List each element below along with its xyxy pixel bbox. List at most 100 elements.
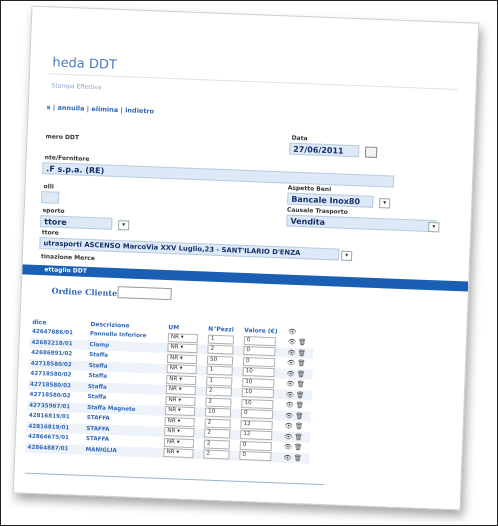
- pezzi-input[interactable]: 1: [206, 376, 233, 387]
- valore-input[interactable]: 0: [243, 346, 276, 357]
- valore-input[interactable]: 0: [239, 451, 272, 462]
- eye-icon[interactable]: 👁: [286, 380, 295, 388]
- cell-pezzi: 2: [201, 448, 238, 461]
- pezzi-input[interactable]: 2: [203, 439, 230, 450]
- chevron-down-icon: ▾: [179, 355, 183, 362]
- trash-icon[interactable]: 🗑: [295, 401, 304, 409]
- trash-icon[interactable]: 🗑: [294, 433, 303, 441]
- um-value: NR: [167, 417, 176, 425]
- um-value: NR: [166, 438, 176, 446]
- chevron-down-icon: ▾: [179, 365, 183, 372]
- trash-icon[interactable]: 🗑: [295, 422, 304, 430]
- um-select[interactable]: NR ▾: [166, 353, 198, 364]
- um-select[interactable]: NR ▾: [164, 427, 195, 438]
- eye-icon[interactable]: 👁: [283, 453, 292, 461]
- table-bottom-divider: [24, 472, 325, 486]
- ordine-cliente-label: Ordine Cliente:: [51, 285, 121, 299]
- trash-icon[interactable]: 🗑: [295, 412, 304, 420]
- um-select[interactable]: NR ▾: [165, 385, 197, 396]
- trasporto-label: sporto: [42, 207, 65, 215]
- um-select[interactable]: NR ▾: [164, 406, 196, 417]
- um-value: NR: [170, 344, 179, 351]
- pezzi-input[interactable]: 2: [207, 344, 234, 355]
- um-value: NR: [167, 407, 177, 414]
- action-links[interactable]: s | annulla | elimina | indietro: [46, 103, 154, 115]
- data-field[interactable]: 27/06/2011: [289, 142, 360, 158]
- trash-icon[interactable]: 🗑: [296, 380, 305, 388]
- eye-icon[interactable]: 👁: [287, 348, 296, 356]
- trash-icon[interactable]: 🗑: [297, 359, 306, 367]
- cell-descrizione: MANIGLIA: [83, 444, 162, 458]
- trash-icon[interactable]: 🗑: [293, 454, 302, 462]
- pezzi-input[interactable]: 2: [203, 449, 230, 460]
- um-select[interactable]: NR ▾: [163, 448, 194, 459]
- data-label: Data: [291, 134, 308, 143]
- trash-icon[interactable]: 🗑: [296, 391, 305, 399]
- pezzi-input[interactable]: 1: [206, 365, 233, 376]
- um-value: NR: [168, 386, 178, 393]
- valore-input[interactable]: 0: [242, 356, 276, 367]
- pezzi-input[interactable]: 2: [204, 418, 231, 429]
- trash-icon[interactable]: 🗑: [294, 443, 303, 451]
- pezzi-input[interactable]: 50: [206, 355, 234, 366]
- eye-icon: 👁: [288, 327, 297, 336]
- um-select[interactable]: NR ▾: [167, 332, 199, 343]
- vettore-chevron-down-icon[interactable]: ▾: [340, 250, 353, 262]
- um-select[interactable]: NR ▾: [164, 416, 195, 427]
- um-select[interactable]: NR ▾: [166, 374, 197, 385]
- eye-icon[interactable]: 👁: [284, 422, 293, 430]
- pezzi-input[interactable]: 10: [204, 407, 232, 418]
- um-select[interactable]: NR ▾: [165, 395, 196, 406]
- eye-icon[interactable]: 👁: [286, 390, 295, 398]
- cell-actions: 👁 🗑: [281, 452, 310, 464]
- chevron-down-icon: ▾: [177, 407, 181, 414]
- valore-input[interactable]: 0: [239, 440, 272, 451]
- items-table: dice Descrizione UM N°Pezzi Valore (€) 👁…: [25, 317, 314, 464]
- chevron-down-icon: ▾: [177, 428, 181, 435]
- colli-label: olli: [43, 183, 55, 191]
- numero-ddt-label: mero DDT: [45, 133, 80, 142]
- chevron-down-icon: ▾: [179, 376, 183, 383]
- trasporto-chevron-down-icon[interactable]: ▾: [117, 220, 130, 231]
- pezzi-input[interactable]: 2: [205, 386, 233, 397]
- print-link[interactable]: Stampa Effettiva: [51, 82, 102, 91]
- valore-input[interactable]: 10: [241, 388, 274, 399]
- um-select[interactable]: NR ▾: [166, 364, 197, 375]
- ordine-cliente-input[interactable]: [117, 286, 172, 301]
- um-select[interactable]: NR ▾: [167, 343, 198, 354]
- trasporto-select[interactable]: ttore: [40, 215, 113, 230]
- um-value: NR: [169, 354, 179, 362]
- calendar-icon[interactable]: [364, 146, 378, 158]
- valore-input[interactable]: 0: [240, 409, 274, 420]
- valore-input[interactable]: 10: [241, 398, 274, 409]
- eye-icon[interactable]: 👁: [285, 401, 294, 409]
- trash-icon[interactable]: 🗑: [298, 338, 307, 346]
- eye-icon[interactable]: 👁: [288, 338, 297, 346]
- colli-field[interactable]: [40, 191, 60, 204]
- valore-input[interactable]: 10: [242, 367, 275, 378]
- causale-select[interactable]: Vendita: [286, 214, 437, 233]
- chevron-down-icon: ▾: [180, 334, 184, 341]
- aspetto-beni-chevron-down-icon[interactable]: ▾: [379, 198, 391, 209]
- trash-icon[interactable]: 🗑: [297, 370, 306, 378]
- cliente-field[interactable]: .F s.p.a. (RE): [42, 162, 395, 188]
- valore-input[interactable]: 10: [242, 377, 275, 388]
- um-select[interactable]: NR ▾: [163, 437, 195, 448]
- valore-input[interactable]: 0: [243, 335, 276, 346]
- destinazione-label: tinazione Merce: [40, 253, 95, 263]
- eye-icon[interactable]: 👁: [287, 359, 296, 367]
- causale-chevron-down-icon[interactable]: ▾: [428, 221, 440, 233]
- eye-icon[interactable]: 👁: [286, 369, 295, 377]
- eye-icon[interactable]: 👁: [284, 443, 293, 451]
- eye-icon[interactable]: 👁: [285, 411, 294, 419]
- chevron-down-icon: ▾: [178, 397, 182, 404]
- valore-input[interactable]: 12: [240, 419, 273, 430]
- pezzi-input[interactable]: 2: [204, 428, 231, 439]
- aspetto-beni-select[interactable]: Bancale Inox80: [287, 192, 374, 208]
- trash-icon[interactable]: 🗑: [297, 349, 306, 357]
- pezzi-input[interactable]: 1: [207, 334, 235, 345]
- valore-input[interactable]: 12: [240, 430, 273, 441]
- pezzi-input[interactable]: 2: [205, 397, 232, 408]
- chevron-down-icon: ▾: [180, 344, 184, 351]
- eye-icon[interactable]: 👁: [284, 432, 293, 440]
